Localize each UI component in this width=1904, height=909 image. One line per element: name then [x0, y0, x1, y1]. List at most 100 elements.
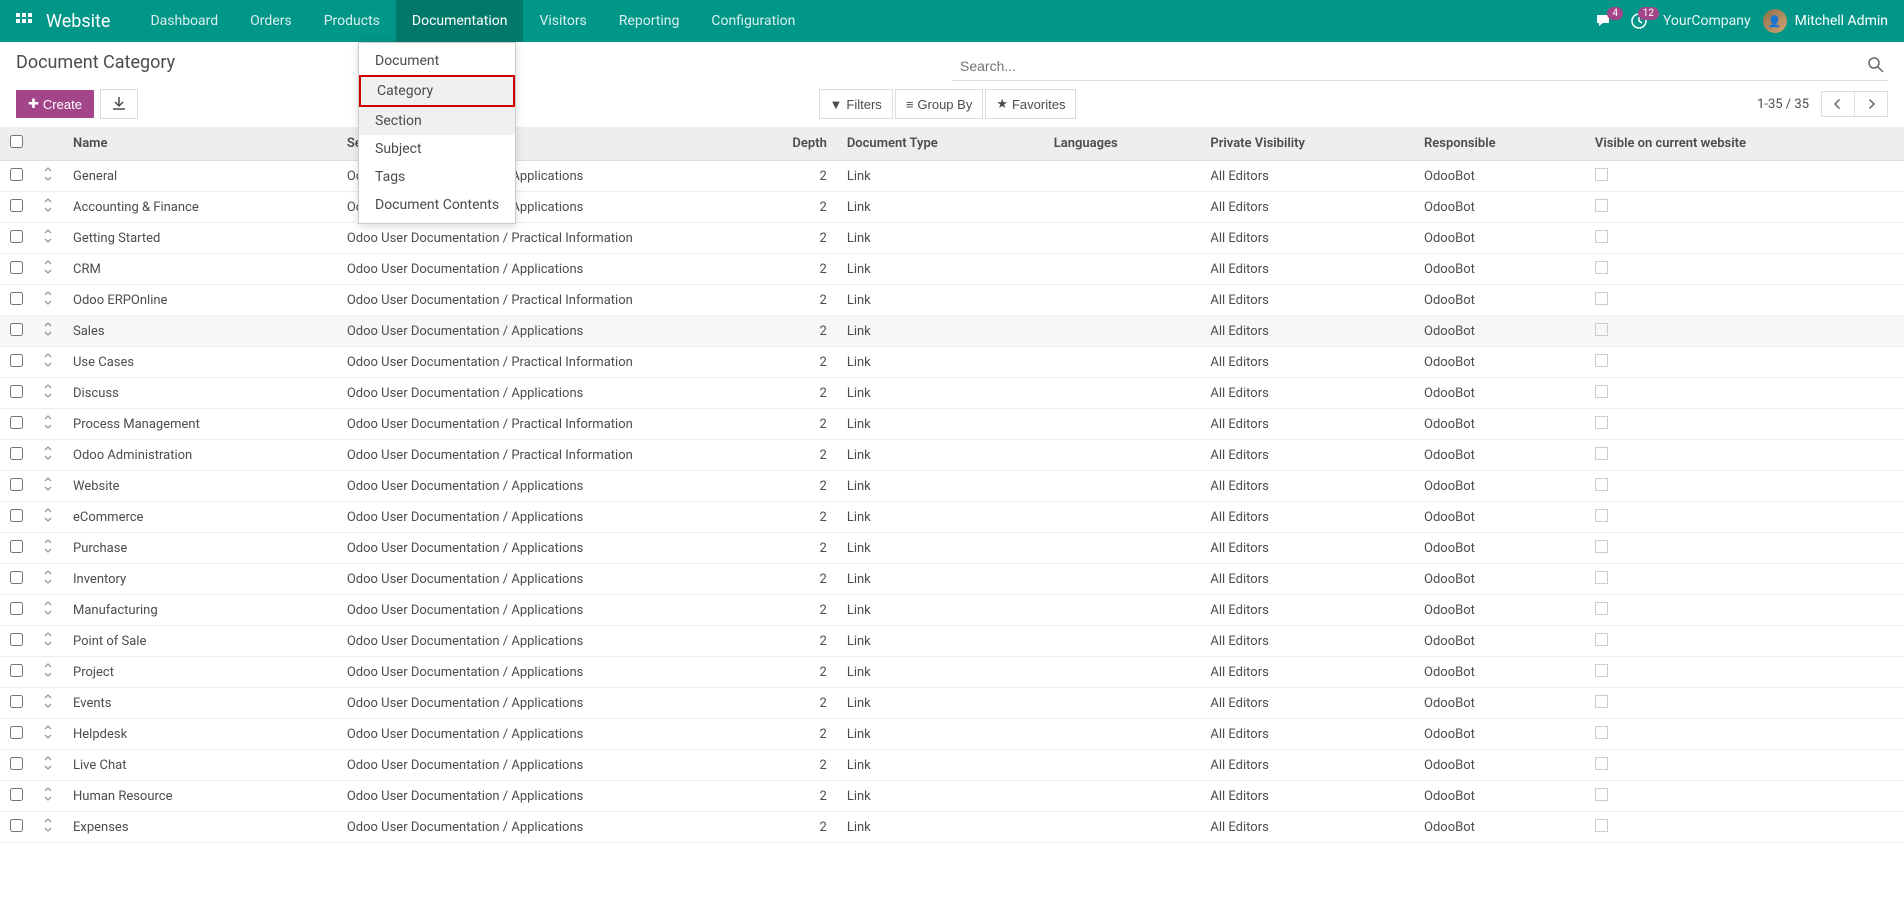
table-row[interactable]: Purchase Odoo User Documentation / Appli… — [0, 533, 1904, 564]
table-row[interactable]: Use Cases Odoo User Documentation / Prac… — [0, 347, 1904, 378]
pager-next[interactable] — [1855, 92, 1887, 116]
row-checkbox[interactable] — [10, 664, 23, 677]
drag-handle-icon[interactable] — [33, 347, 63, 378]
drag-handle-icon[interactable] — [33, 192, 63, 223]
search-icon[interactable] — [1864, 53, 1888, 80]
nav-item-documentation[interactable]: Documentation — [396, 0, 524, 42]
favorites-button[interactable]: ★ Favorites — [985, 89, 1076, 119]
dropdown-item-subject[interactable]: Subject — [359, 135, 515, 163]
pager-range[interactable]: 1-35 / 35 — [1757, 97, 1809, 112]
nav-item-orders[interactable]: Orders — [234, 0, 308, 42]
row-checkbox[interactable] — [10, 509, 23, 522]
col-depth[interactable]: Depth — [757, 127, 837, 161]
col-name[interactable]: Name — [63, 127, 337, 161]
drag-handle-icon[interactable] — [33, 502, 63, 533]
row-checkbox[interactable] — [10, 199, 23, 212]
row-checkbox[interactable] — [10, 819, 23, 832]
drag-handle-icon[interactable] — [33, 409, 63, 440]
table-row[interactable]: Sales Odoo User Documentation / Applicat… — [0, 316, 1904, 347]
visible-checkbox[interactable] — [1595, 509, 1608, 522]
table-row[interactable]: Helpdesk Odoo User Documentation / Appli… — [0, 719, 1904, 750]
col-visibility[interactable]: Private Visibility — [1200, 127, 1414, 161]
visible-checkbox[interactable] — [1595, 261, 1608, 274]
table-row[interactable]: Odoo Administration Odoo User Documentat… — [0, 440, 1904, 471]
table-row[interactable]: eCommerce Odoo User Documentation / Appl… — [0, 502, 1904, 533]
row-checkbox[interactable] — [10, 602, 23, 615]
drag-handle-icon[interactable] — [33, 316, 63, 347]
nav-brand[interactable]: Website — [46, 11, 110, 32]
table-row[interactable]: Events Odoo User Documentation / Applica… — [0, 688, 1904, 719]
select-all-header[interactable] — [0, 127, 33, 161]
visible-checkbox[interactable] — [1595, 602, 1608, 615]
nav-item-configuration[interactable]: Configuration — [695, 0, 811, 42]
row-checkbox[interactable] — [10, 695, 23, 708]
visible-checkbox[interactable] — [1595, 695, 1608, 708]
drag-handle-icon[interactable] — [33, 595, 63, 626]
drag-handle-icon[interactable] — [33, 626, 63, 657]
row-checkbox[interactable] — [10, 261, 23, 274]
drag-handle-icon[interactable] — [33, 161, 63, 192]
row-checkbox[interactable] — [10, 323, 23, 336]
nav-item-dashboard[interactable]: Dashboard — [134, 0, 234, 42]
drag-handle-icon[interactable] — [33, 285, 63, 316]
table-row[interactable]: General Odoo User Documentation / Applic… — [0, 161, 1904, 192]
drag-handle-icon[interactable] — [33, 223, 63, 254]
row-checkbox[interactable] — [10, 354, 23, 367]
drag-handle-icon[interactable] — [33, 750, 63, 781]
table-row[interactable]: Getting Started Odoo User Documentation … — [0, 223, 1904, 254]
table-row[interactable]: Human Resource Odoo User Documentation /… — [0, 781, 1904, 812]
row-checkbox[interactable] — [10, 168, 23, 181]
table-row[interactable]: Point of Sale Odoo User Documentation / … — [0, 626, 1904, 657]
drag-handle-icon[interactable] — [33, 688, 63, 719]
visible-checkbox[interactable] — [1595, 447, 1608, 460]
dropdown-item-tags[interactable]: Tags — [359, 163, 515, 191]
visible-checkbox[interactable] — [1595, 819, 1608, 832]
visible-checkbox[interactable] — [1595, 726, 1608, 739]
visible-checkbox[interactable] — [1595, 757, 1608, 770]
visible-checkbox[interactable] — [1595, 664, 1608, 677]
search-input[interactable] — [952, 52, 1864, 80]
drag-handle-icon[interactable] — [33, 812, 63, 843]
table-row[interactable]: Website Odoo User Documentation / Applic… — [0, 471, 1904, 502]
nav-item-products[interactable]: Products — [308, 0, 396, 42]
row-checkbox[interactable] — [10, 540, 23, 553]
visible-checkbox[interactable] — [1595, 199, 1608, 212]
drag-handle-icon[interactable] — [33, 471, 63, 502]
col-doctype[interactable]: Document Type — [837, 127, 1044, 161]
table-row[interactable]: Expenses Odoo User Documentation / Appli… — [0, 812, 1904, 843]
col-visible-website[interactable]: Visible on current website — [1585, 127, 1904, 161]
messages-icon[interactable]: 4 — [1591, 13, 1615, 29]
filters-button[interactable]: ▼ Filters — [819, 89, 893, 119]
table-row[interactable]: Project Odoo User Documentation / Applic… — [0, 657, 1904, 688]
visible-checkbox[interactable] — [1595, 168, 1608, 181]
dropdown-item-document-contents[interactable]: Document Contents — [359, 191, 515, 219]
table-row[interactable]: Odoo ERPOnline Odoo User Documentation /… — [0, 285, 1904, 316]
row-checkbox[interactable] — [10, 385, 23, 398]
row-checkbox[interactable] — [10, 726, 23, 739]
visible-checkbox[interactable] — [1595, 571, 1608, 584]
table-row[interactable]: CRM Odoo User Documentation / Applicatio… — [0, 254, 1904, 285]
table-row[interactable]: Inventory Odoo User Documentation / Appl… — [0, 564, 1904, 595]
table-row[interactable]: Accounting & Finance Odoo User Documenta… — [0, 192, 1904, 223]
drag-handle-icon[interactable] — [33, 781, 63, 812]
table-row[interactable]: Manufacturing Odoo User Documentation / … — [0, 595, 1904, 626]
groupby-button[interactable]: ≡ Group By — [895, 89, 984, 119]
dropdown-item-section[interactable]: Section — [359, 107, 515, 135]
visible-checkbox[interactable] — [1595, 416, 1608, 429]
visible-checkbox[interactable] — [1595, 323, 1608, 336]
apps-icon[interactable] — [16, 13, 32, 29]
select-all-checkbox[interactable] — [10, 135, 23, 148]
create-button[interactable]: ✚ Create — [16, 90, 94, 118]
visible-checkbox[interactable] — [1595, 385, 1608, 398]
row-checkbox[interactable] — [10, 571, 23, 584]
col-languages[interactable]: Languages — [1044, 127, 1201, 161]
user-menu[interactable]: 👤 Mitchell Admin — [1763, 9, 1888, 33]
col-responsible[interactable]: Responsible — [1414, 127, 1585, 161]
visible-checkbox[interactable] — [1595, 354, 1608, 367]
table-row[interactable]: Process Management Odoo User Documentati… — [0, 409, 1904, 440]
drag-handle-icon[interactable] — [33, 564, 63, 595]
pager-prev[interactable] — [1822, 92, 1855, 116]
table-row[interactable]: Discuss Odoo User Documentation / Applic… — [0, 378, 1904, 409]
drag-handle-icon[interactable] — [33, 719, 63, 750]
row-checkbox[interactable] — [10, 757, 23, 770]
